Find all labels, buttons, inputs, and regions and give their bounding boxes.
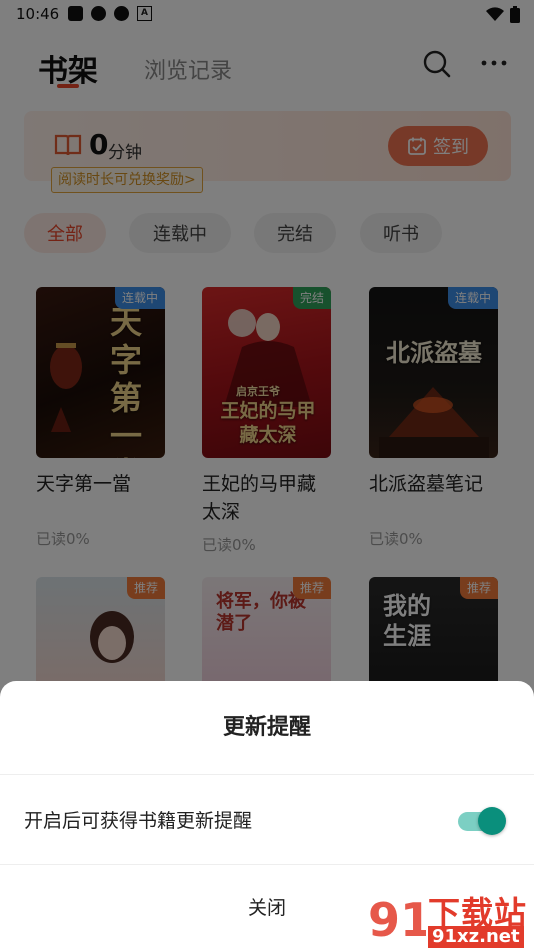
toggle-thumb [478,807,506,835]
watermark-logo-text: 91 [368,893,426,947]
update-reminder-toggle[interactable] [458,807,506,835]
update-reminder-label: 开启后可获得书籍更新提醒 [24,810,253,832]
divider [0,774,534,775]
sheet-title: 更新提醒 [222,715,311,740]
watermark-url: 91xz.net [428,926,524,948]
bookshelf-screen: 10:46 A 书架 浏览记录 0 分钟 阅读时长可兑换奖励> [0,0,534,950]
watermark-91-icon: 91 [368,893,426,947]
watermark-logo: 91 下载站 91xz.net [366,884,534,950]
divider [0,864,534,865]
